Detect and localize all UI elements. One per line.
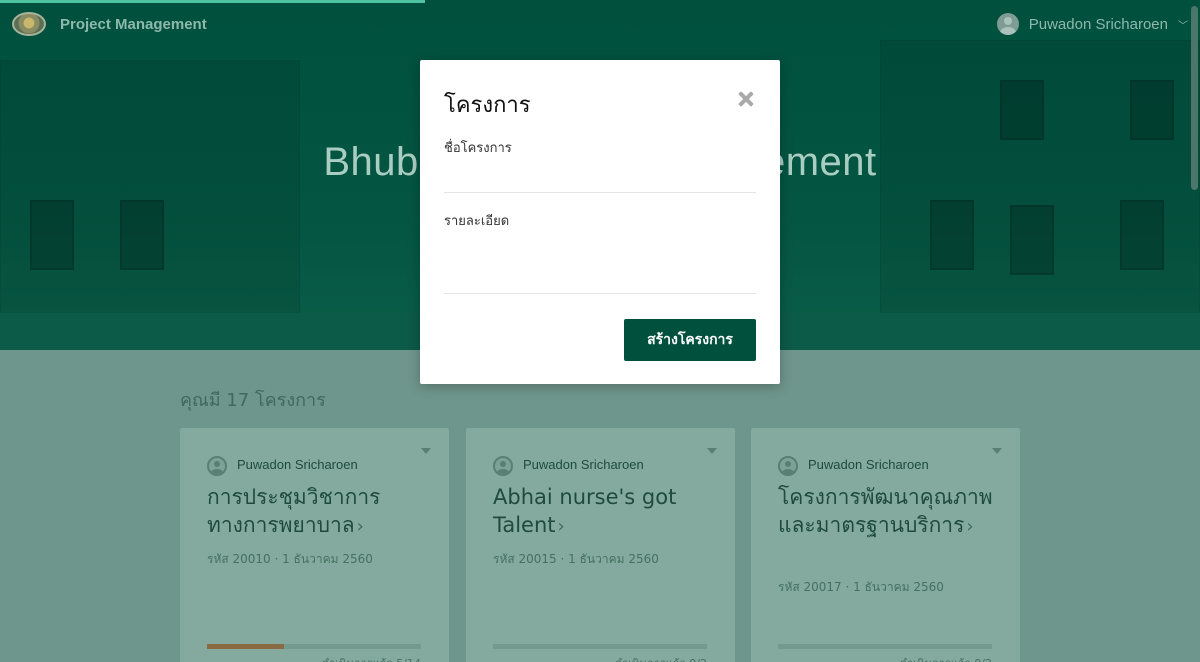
project-progress-fill — [207, 644, 285, 649]
create-project-button[interactable]: สร้างโครงการ — [624, 319, 756, 361]
project-progress-track — [207, 644, 421, 649]
user-menu[interactable]: Puwadon Sricharoen ﹀ — [996, 13, 1188, 35]
project-card[interactable]: Puwadon Sricharoen Abhai nurse's got Tal… — [466, 428, 735, 662]
project-name-label: ชื่อโครงการ — [444, 141, 512, 156]
project-owner: Puwadon Sricharoen — [237, 457, 358, 472]
project-detail-label: รายละเอียด — [444, 214, 510, 229]
user-avatar-icon — [996, 13, 1019, 35]
owner-avatar-icon — [493, 456, 513, 476]
project-progress-track — [493, 644, 707, 649]
project-progress-label: ดำเนินการแล้ว 0/2 — [900, 654, 992, 662]
owner-avatar-icon — [207, 456, 227, 476]
project-progress-label: ดำเนินการแล้ว 0/2 — [615, 654, 707, 662]
modal-title: โครงการ — [444, 93, 531, 118]
project-meta: รหัส 20015 · 1 ธันวาคม 2560 — [493, 552, 659, 566]
project-title[interactable]: Abhai nurse's got Talent › — [493, 483, 713, 541]
project-detail-input[interactable] — [444, 236, 756, 294]
project-card[interactable]: Puwadon Sricharoen การประชุมวิชาการทางกา… — [180, 428, 449, 662]
project-title-text: Abhai nurse's got Talent — [493, 485, 677, 537]
project-progress-track — [778, 644, 992, 649]
card-menu-caret-icon[interactable] — [707, 448, 717, 454]
top-navbar: Project Management Puwadon Sricharoen ﹀ — [0, 0, 1200, 50]
card-menu-caret-icon[interactable] — [421, 448, 431, 454]
project-title-text: การประชุมวิชาการทางการพยาบาล — [207, 485, 381, 537]
scrollbar[interactable] — [1191, 6, 1198, 190]
project-progress-label: ดำเนินการแล้ว 5/14 — [322, 654, 421, 662]
project-title[interactable]: โครงการพัฒนาคุณภาพและมาตรฐานบริการ › — [778, 483, 998, 541]
project-card[interactable]: Puwadon Sricharoen โครงการพัฒนาคุณภาพและ… — [751, 428, 1020, 662]
chevron-right-icon: › — [966, 516, 974, 537]
project-count: คุณมี 17 โครงการ — [180, 390, 326, 411]
project-name-input[interactable] — [444, 162, 756, 193]
close-icon[interactable] — [734, 88, 758, 112]
app-title[interactable]: Project Management — [60, 16, 207, 33]
logo-icon[interactable] — [12, 12, 46, 36]
project-owner: Puwadon Sricharoen — [808, 457, 929, 472]
project-title-text: โครงการพัฒนาคุณภาพและมาตรฐานบริการ — [778, 485, 993, 537]
chevron-right-icon: › — [557, 516, 565, 537]
chevron-right-icon: › — [356, 516, 364, 537]
project-owner: Puwadon Sricharoen — [523, 457, 644, 472]
loading-progress-bar — [0, 0, 425, 3]
project-title[interactable]: การประชุมวิชาการทางการพยาบาล › — [207, 483, 427, 541]
create-project-modal: โครงการ ชื่อโครงการ รายละเอียด สร้างโครง… — [420, 60, 780, 384]
chevron-down-icon: ﹀ — [1178, 20, 1188, 32]
user-name: Puwadon Sricharoen — [1028, 15, 1168, 33]
owner-avatar-icon — [778, 456, 798, 476]
project-meta: รหัส 20017 · 1 ธันวาคม 2560 — [778, 580, 944, 594]
card-menu-caret-icon[interactable] — [992, 448, 1002, 454]
project-meta: รหัส 20010 · 1 ธันวาคม 2560 — [207, 552, 373, 566]
